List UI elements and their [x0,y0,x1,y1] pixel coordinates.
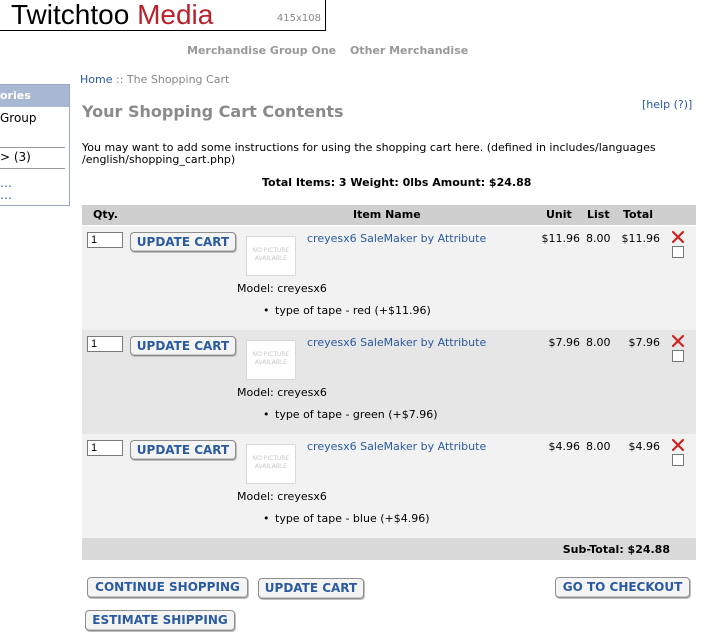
subtotal-bar: Sub-Total: $24.88 [82,538,696,560]
remove-checkbox[interactable] [672,350,684,362]
list-price: 8.00 [586,336,611,349]
cart-row: UPDATE CART NO PICTURE AVAILABLE creyesx… [82,226,696,330]
unit-price: $4.96 [548,440,581,453]
product-model: Model: creyesx6 [237,386,327,399]
product-model: Model: creyesx6 [237,490,327,503]
remove-checkbox[interactable] [672,454,684,466]
sidebar-header: ories [0,85,69,107]
product-attribute: type of tape - red (+$11.96) [263,304,431,317]
logo-dimensions: 415x108 [276,13,321,24]
update-cart-button[interactable]: UPDATE CART [130,440,236,460]
update-cart-button[interactable]: UPDATE CART [130,336,236,356]
logo-text-accent: Media [137,0,214,30]
categories-sidebar: ories Group > (3) … … [0,84,70,206]
sidebar-item-more[interactable]: … [0,188,12,202]
quantity-input[interactable] [87,336,123,352]
nav-merchandise-group-one[interactable]: Merchandise Group One [187,44,336,57]
product-attribute: type of tape - blue (+$4.96) [263,512,429,525]
list-price: 8.00 [586,232,611,245]
go-to-checkout-button[interactable]: GO TO CHECKOUT [555,577,690,598]
cart-totals: Total Items: 3 Weight: 0lbs Amount: $24.… [262,176,532,189]
estimate-shipping-button[interactable]: ESTIMATE SHIPPING [85,610,235,631]
product-attribute: type of tape - green (+$7.96) [263,408,437,421]
page-title: Your Shopping Cart Contents [82,102,344,121]
line-total: $4.96 [628,440,661,453]
product-link[interactable]: creyesx6 SaleMaker by Attribute [307,336,486,349]
cart-instructions: You may want to add some instructions fo… [82,141,656,166]
line-total: $7.96 [628,336,661,349]
product-image-placeholder[interactable]: NO PICTURE AVAILABLE [246,236,296,276]
cart-table-header: Qty. Item Name Unit List Total [82,205,696,225]
quantity-input[interactable] [87,232,123,248]
quantity-input[interactable] [87,440,123,456]
product-image-placeholder[interactable]: NO PICTURE AVAILABLE [246,340,296,380]
cart-row: UPDATE CART NO PICTURE AVAILABLE creyesx… [82,330,696,434]
update-cart-button[interactable]: UPDATE CART [258,578,364,599]
delete-icon[interactable] [671,334,685,348]
cart-row: UPDATE CART NO PICTURE AVAILABLE creyesx… [82,434,696,538]
unit-price: $11.96 [541,232,581,245]
product-image-placeholder[interactable]: NO PICTURE AVAILABLE [246,444,296,484]
delete-icon[interactable] [671,230,685,244]
remove-checkbox[interactable] [672,246,684,258]
line-total: $11.96 [621,232,661,245]
list-price: 8.00 [586,440,611,453]
nav-other-merchandise[interactable]: Other Merchandise [350,44,468,57]
header-total: Total [623,208,654,221]
site-logo[interactable]: Twitchtoo Media 415x108 [0,0,326,31]
subtotal-text: Sub-Total: $24.88 [562,543,670,556]
sidebar-divider [0,168,65,169]
help-link[interactable]: [help (?)] [642,98,692,111]
breadcrumb: Home :: The Shopping Cart [80,73,229,86]
sidebar-divider [0,147,65,148]
logo-text-primary: Twitchtoo [11,0,130,30]
header-qty: Qty. [93,208,118,221]
product-link[interactable]: creyesx6 SaleMaker by Attribute [307,232,486,245]
breadcrumb-home[interactable]: Home [80,73,112,86]
unit-price: $7.96 [548,336,581,349]
top-nav: Merchandise Group One Other Merchandise [187,44,478,57]
update-cart-button[interactable]: UPDATE CART [130,232,236,252]
sidebar-item-count[interactable]: > (3) [0,150,31,164]
logo-text: Twitchtoo Media [11,0,213,31]
sidebar-item-group[interactable]: Group [0,111,37,125]
header-unit: Unit [546,208,572,221]
breadcrumb-separator: :: [115,73,124,86]
breadcrumb-current: The Shopping Cart [126,73,230,86]
header-list: List [587,208,610,221]
delete-icon[interactable] [671,438,685,452]
header-item-name: Item Name [353,208,421,221]
product-model: Model: creyesx6 [237,282,327,295]
continue-shopping-button[interactable]: CONTINUE SHOPPING [87,577,248,598]
product-link[interactable]: creyesx6 SaleMaker by Attribute [307,440,486,453]
